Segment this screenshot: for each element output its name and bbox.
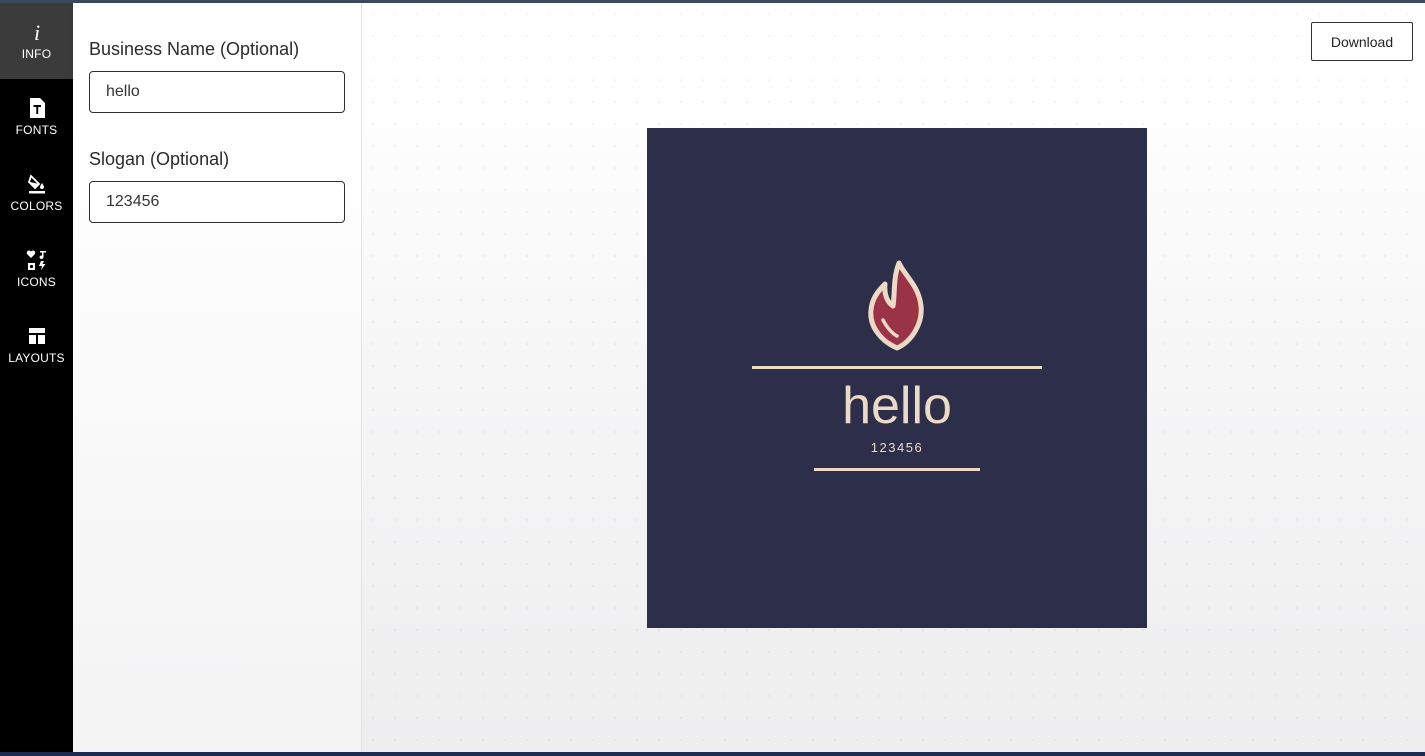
logo-preview-area: Download hello 123456 <box>362 3 1425 752</box>
svg-text:i: i <box>33 20 39 44</box>
paint-bucket-icon <box>26 173 48 195</box>
sidebar-item-label: ICONS <box>16 275 56 289</box>
sidebar-item-icons[interactable]: ICONS <box>0 231 73 307</box>
sidebar-rail: i INFO FONTS COLORS ICONS LAYOUTS <box>0 3 73 752</box>
logo-slogan: 123456 <box>870 440 924 455</box>
sidebar-item-label: LAYOUTS <box>8 351 65 365</box>
sidebar-item-info[interactable]: i INFO <box>0 3 73 79</box>
font-file-icon <box>26 97 48 119</box>
icon-shapes-icon <box>26 249 48 271</box>
logo-divider-top <box>752 366 1042 369</box>
sidebar-item-label: INFO <box>21 47 52 61</box>
bottom-border <box>0 752 1425 756</box>
business-name-label: Business Name (Optional) <box>89 39 300 59</box>
logo-divider-bottom <box>814 468 980 471</box>
slogan-input[interactable] <box>89 181 345 223</box>
sidebar-item-layouts[interactable]: LAYOUTS <box>0 307 73 383</box>
business-name-input[interactable] <box>89 71 345 113</box>
slogan-label: Slogan (Optional) <box>89 149 230 169</box>
download-button[interactable]: Download <box>1311 22 1413 61</box>
info-panel: Business Name (Optional) Slogan (Optiona… <box>73 3 362 752</box>
sidebar-item-colors[interactable]: COLORS <box>0 155 73 231</box>
logo-canvas: hello 123456 <box>647 128 1147 628</box>
logo-business-name: hello <box>842 377 952 435</box>
sidebar-item-fonts[interactable]: FONTS <box>0 79 73 155</box>
layout-icon <box>26 325 48 347</box>
info-icon: i <box>26 20 48 44</box>
flame-icon <box>868 260 924 351</box>
sidebar-item-label: FONTS <box>15 123 58 137</box>
sidebar-item-label: COLORS <box>10 199 63 213</box>
